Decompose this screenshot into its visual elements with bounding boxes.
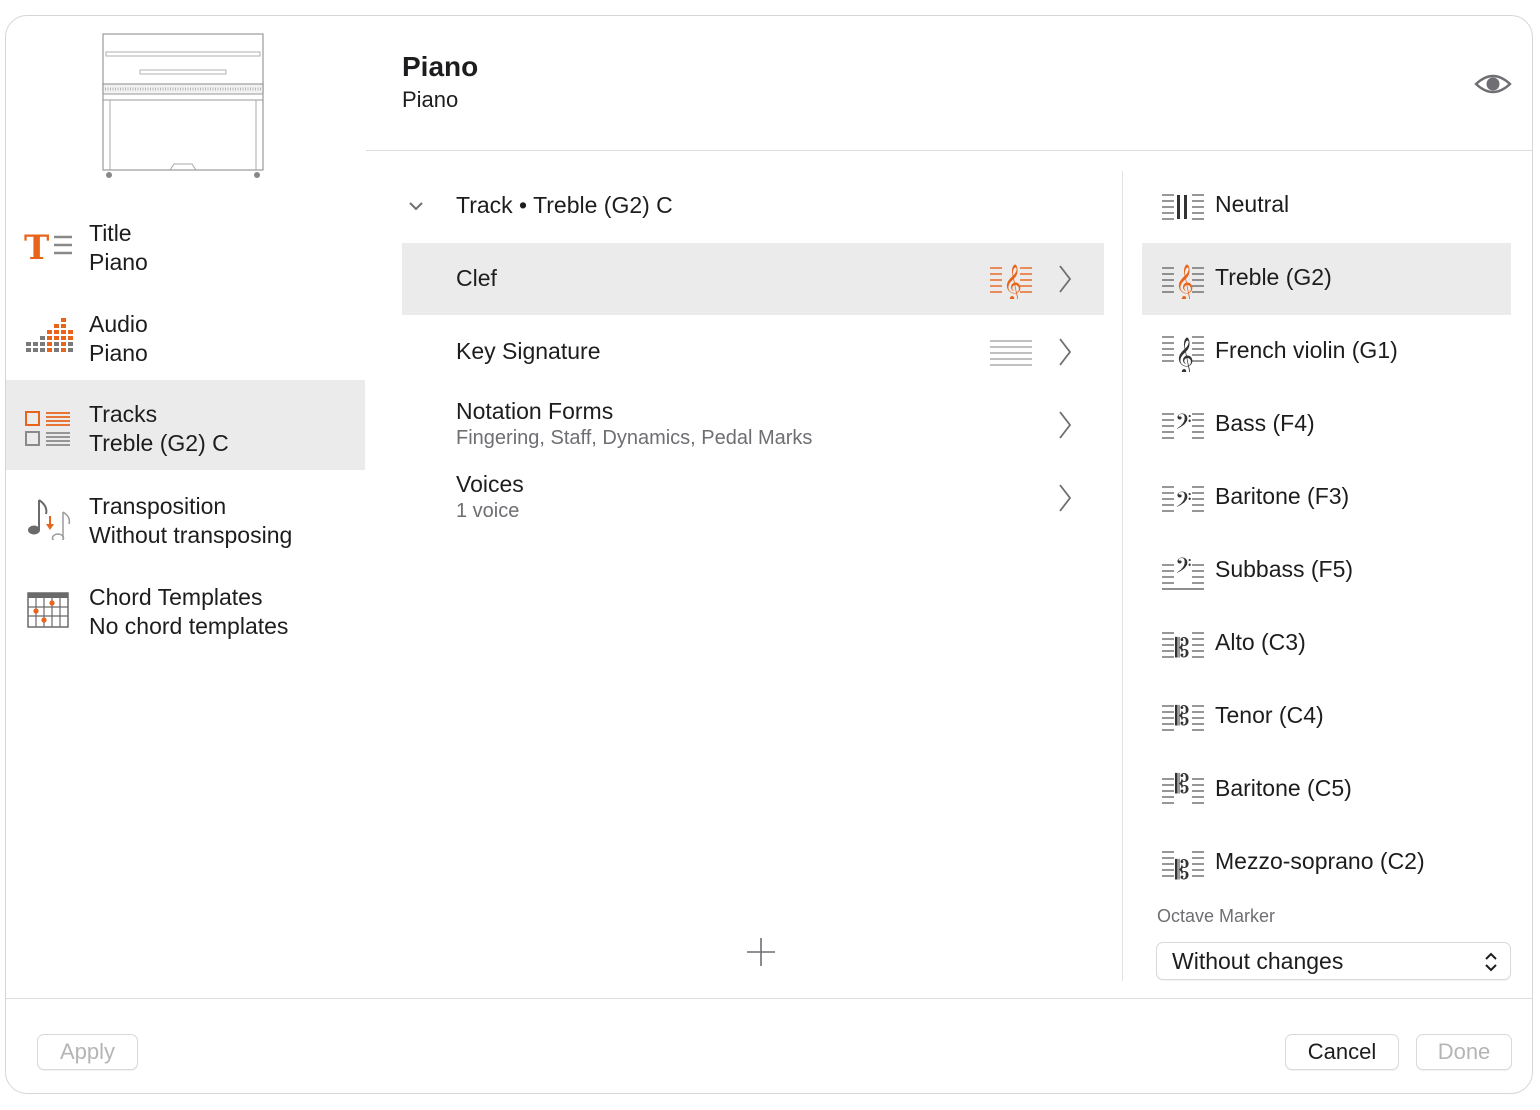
- setting-row-clef[interactable]: Clef 𝄞: [402, 243, 1104, 315]
- svg-text:𝄞: 𝄞: [1175, 336, 1194, 372]
- treble-clef-icon: 𝄞: [1162, 263, 1204, 299]
- neutral-clef-icon: [1162, 194, 1204, 220]
- clef-option-label: Bass (F4): [1215, 410, 1315, 436]
- setting-row-label: Voices: [456, 471, 524, 497]
- sidebar-item-label: Transposition: [89, 493, 227, 519]
- sidebar-item-value: Piano: [89, 249, 148, 275]
- octave-marker-label: Octave Marker: [1157, 906, 1276, 926]
- svg-text:𝄡: 𝄡: [1175, 856, 1190, 883]
- octave-marker-select[interactable]: Without changes: [1156, 942, 1511, 980]
- clef-option-alto[interactable]: 𝄡 Alto (C3): [1142, 608, 1511, 680]
- clef-option-mezzo-soprano[interactable]: 𝄡 Mezzo-soprano (C2): [1142, 827, 1511, 899]
- clef-option-label: Baritone (C5): [1215, 775, 1352, 801]
- svg-text:𝄞: 𝄞: [1175, 263, 1194, 299]
- page-title: Piano: [402, 51, 479, 82]
- clef-option-subbass[interactable]: 𝄢 Subbass (F5): [1142, 535, 1511, 607]
- sidebar-item-chord-templates[interactable]: Chord Templates No chord templates: [6, 563, 365, 653]
- sidebar-item-transposition[interactable]: Transposition Without transposing: [6, 472, 365, 562]
- track-disclosure-row[interactable]: Track • Treble (G2) C: [402, 186, 1102, 230]
- svg-text:𝄢: 𝄢: [1175, 554, 1192, 584]
- sidebar-item-audio[interactable]: Audio Piano: [6, 290, 365, 380]
- baritone-c-clef-icon: 𝄡: [1162, 770, 1204, 804]
- audio-meter-icon: [26, 318, 73, 352]
- clef-option-label: Alto (C3): [1215, 629, 1306, 655]
- clef-option-label: French violin (G1): [1215, 337, 1398, 363]
- done-button[interactable]: Done: [1416, 1034, 1512, 1070]
- header-divider: [366, 150, 1532, 151]
- column-divider: [1122, 171, 1123, 981]
- clef-option-neutral[interactable]: Neutral: [1142, 170, 1511, 242]
- chevron-right-icon[interactable]: [1057, 337, 1073, 367]
- setting-row-label: Notation Forms: [456, 398, 614, 424]
- svg-text:𝄢: 𝄢: [1175, 410, 1192, 440]
- svg-text:T: T: [24, 228, 49, 267]
- svg-text:𝄢: 𝄢: [1175, 488, 1192, 518]
- chevron-right-icon[interactable]: [1057, 483, 1073, 513]
- svg-text:𝄡: 𝄡: [1175, 702, 1190, 732]
- setting-row-notation-forms[interactable]: Notation Forms Fingering, Staff, Dynamic…: [402, 389, 1104, 461]
- chevron-up-down-icon: [1485, 952, 1497, 972]
- chord-grid-icon: [27, 592, 69, 628]
- clef-option-label: Tenor (C4): [1215, 702, 1324, 728]
- chevron-right-icon[interactable]: [1057, 264, 1073, 294]
- clef-option-treble[interactable]: 𝄞 Treble (G2): [1142, 243, 1511, 315]
- setting-row-label: Clef: [456, 265, 497, 291]
- setting-row-sublabel: 1 voice: [456, 500, 520, 522]
- add-icon[interactable]: [746, 937, 776, 967]
- svg-text:𝄡: 𝄡: [1175, 634, 1190, 664]
- mezzo-soprano-clef-icon: 𝄡: [1162, 851, 1204, 883]
- page-subtitle: Piano: [402, 87, 459, 112]
- title-text-icon: T: [24, 228, 72, 267]
- piano-illustration: [102, 33, 264, 178]
- eye-icon[interactable]: [1474, 70, 1512, 98]
- clef-option-label: Mezzo-soprano (C2): [1215, 848, 1425, 874]
- track-header-label: Track • Treble (G2) C: [456, 192, 673, 218]
- tracks-icon: [25, 411, 70, 446]
- setting-row-label: Key Signature: [456, 338, 601, 364]
- clef-option-french-violin[interactable]: 𝄞 French violin (G1): [1142, 316, 1511, 388]
- clef-option-label: Subbass (F5): [1215, 556, 1354, 582]
- svg-text:𝄡: 𝄡: [1175, 770, 1190, 800]
- setting-row-voices[interactable]: Voices 1 voice: [402, 462, 1104, 534]
- sidebar-item-value: Without transposing: [89, 522, 293, 548]
- bass-clef-icon: 𝄢: [1162, 410, 1204, 440]
- sidebar-item-label: Tracks: [89, 401, 158, 427]
- svg-text:𝄞: 𝄞: [1003, 263, 1022, 299]
- clef-option-label: Baritone (F3): [1215, 483, 1350, 509]
- octave-marker-value: Without changes: [1172, 948, 1344, 974]
- sidebar-item-title[interactable]: T Title Piano: [6, 199, 365, 289]
- french-violin-clef-icon: 𝄞: [1162, 336, 1204, 372]
- sidebar: T Title Piano Audio Piano Tracks Treble …: [6, 16, 365, 998]
- clef-option-tenor[interactable]: 𝄡 Tenor (C4): [1142, 681, 1511, 753]
- baritone-f-clef-icon: 𝄢: [1162, 486, 1204, 518]
- sidebar-item-tracks[interactable]: Tracks Treble (G2) C: [6, 380, 365, 470]
- setting-row-sublabel: Fingering, Staff, Dynamics, Pedal Marks: [456, 427, 813, 449]
- clef-option-baritone-c[interactable]: 𝄡 Baritone (C5): [1142, 754, 1511, 826]
- sidebar-item-label: Title: [89, 220, 132, 246]
- alto-clef-icon: 𝄡: [1162, 632, 1204, 664]
- setting-row-key-signature[interactable]: Key Signature: [402, 316, 1104, 388]
- footer-divider: [6, 998, 1532, 999]
- apply-button[interactable]: Apply: [37, 1034, 138, 1070]
- key-signature-staff-icon: [990, 340, 1032, 366]
- tenor-clef-icon: 𝄡: [1162, 702, 1204, 732]
- sidebar-item-value: Piano: [89, 340, 148, 366]
- clef-option-label: Treble (G2): [1215, 264, 1332, 290]
- sidebar-item-label: Audio: [89, 311, 148, 337]
- chevron-down-icon[interactable]: [408, 198, 424, 214]
- sidebar-item-label: Chord Templates: [89, 584, 263, 610]
- clef-option-bass[interactable]: 𝄢 Bass (F4): [1142, 389, 1511, 461]
- treble-clef-glyph-icon: 𝄞: [990, 263, 1032, 299]
- sidebar-item-value: Treble (G2) C: [89, 430, 229, 456]
- chevron-right-icon[interactable]: [1057, 410, 1073, 440]
- cancel-button[interactable]: Cancel: [1285, 1034, 1399, 1070]
- transposition-icon: [28, 499, 71, 540]
- clef-option-label: Neutral: [1215, 191, 1290, 217]
- sidebar-item-value: No chord templates: [89, 613, 289, 639]
- subbass-clef-icon: 𝄢: [1162, 554, 1204, 590]
- clef-option-baritone-f[interactable]: 𝄢 Baritone (F3): [1142, 462, 1511, 534]
- instrument-settings-window: T Title Piano Audio Piano Tracks Treble …: [5, 15, 1533, 1094]
